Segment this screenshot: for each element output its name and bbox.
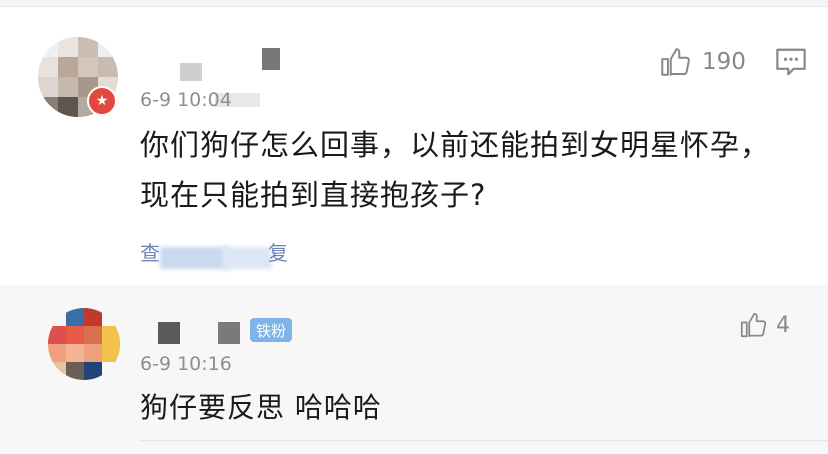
view-replies-link[interactable]: 复	[268, 237, 288, 266]
like-button[interactable]: 190	[658, 45, 746, 79]
username-redacted[interactable]	[262, 48, 280, 70]
like-count: 4	[776, 312, 790, 338]
view-replies-link[interactable]: 查	[140, 237, 160, 266]
top-divider	[0, 0, 828, 7]
username-redacted[interactable]	[218, 322, 240, 344]
fan-badge: 铁粉	[250, 318, 293, 342]
comment-text-line: 现在只能拍到直接抱孩子?	[140, 178, 487, 212]
reply-comment: 铁粉 6-9 10:16 4 狗仔要反思 哈哈哈	[0, 285, 828, 454]
avatar[interactable]	[48, 308, 120, 380]
comment-text: 你们狗仔怎么回事，以前还能拍到女明星怀孕， 现在只能拍到直接抱孩子?	[140, 120, 800, 220]
thumbs-up-icon	[661, 48, 690, 76]
username-redacted[interactable]	[180, 63, 202, 81]
like-button[interactable]: 4	[738, 310, 790, 340]
main-comment: ★ 6-9 10:04 190 你们狗仔怎么回事，以前还能拍到女明星怀孕， 现在…	[0, 7, 828, 282]
comment-timestamp: 6-9 10:04	[140, 89, 232, 111]
verified-badge-icon: ★	[87, 86, 117, 116]
like-count: 190	[702, 49, 746, 75]
reply-text: 狗仔要反思 哈哈哈	[140, 391, 382, 424]
divider	[140, 440, 828, 441]
reply-timestamp: 6-9 10:16	[140, 353, 232, 375]
view-replies-redaction	[222, 247, 272, 269]
avatar-mosaic	[48, 308, 120, 380]
reply-comment-icon[interactable]	[774, 47, 808, 77]
username-redacted[interactable]	[158, 322, 180, 344]
thumbs-up-icon	[740, 312, 767, 338]
comment-text-line: 你们狗仔怎么回事，以前还能拍到女明星怀孕，	[140, 128, 771, 162]
view-replies-redaction	[160, 247, 230, 269]
